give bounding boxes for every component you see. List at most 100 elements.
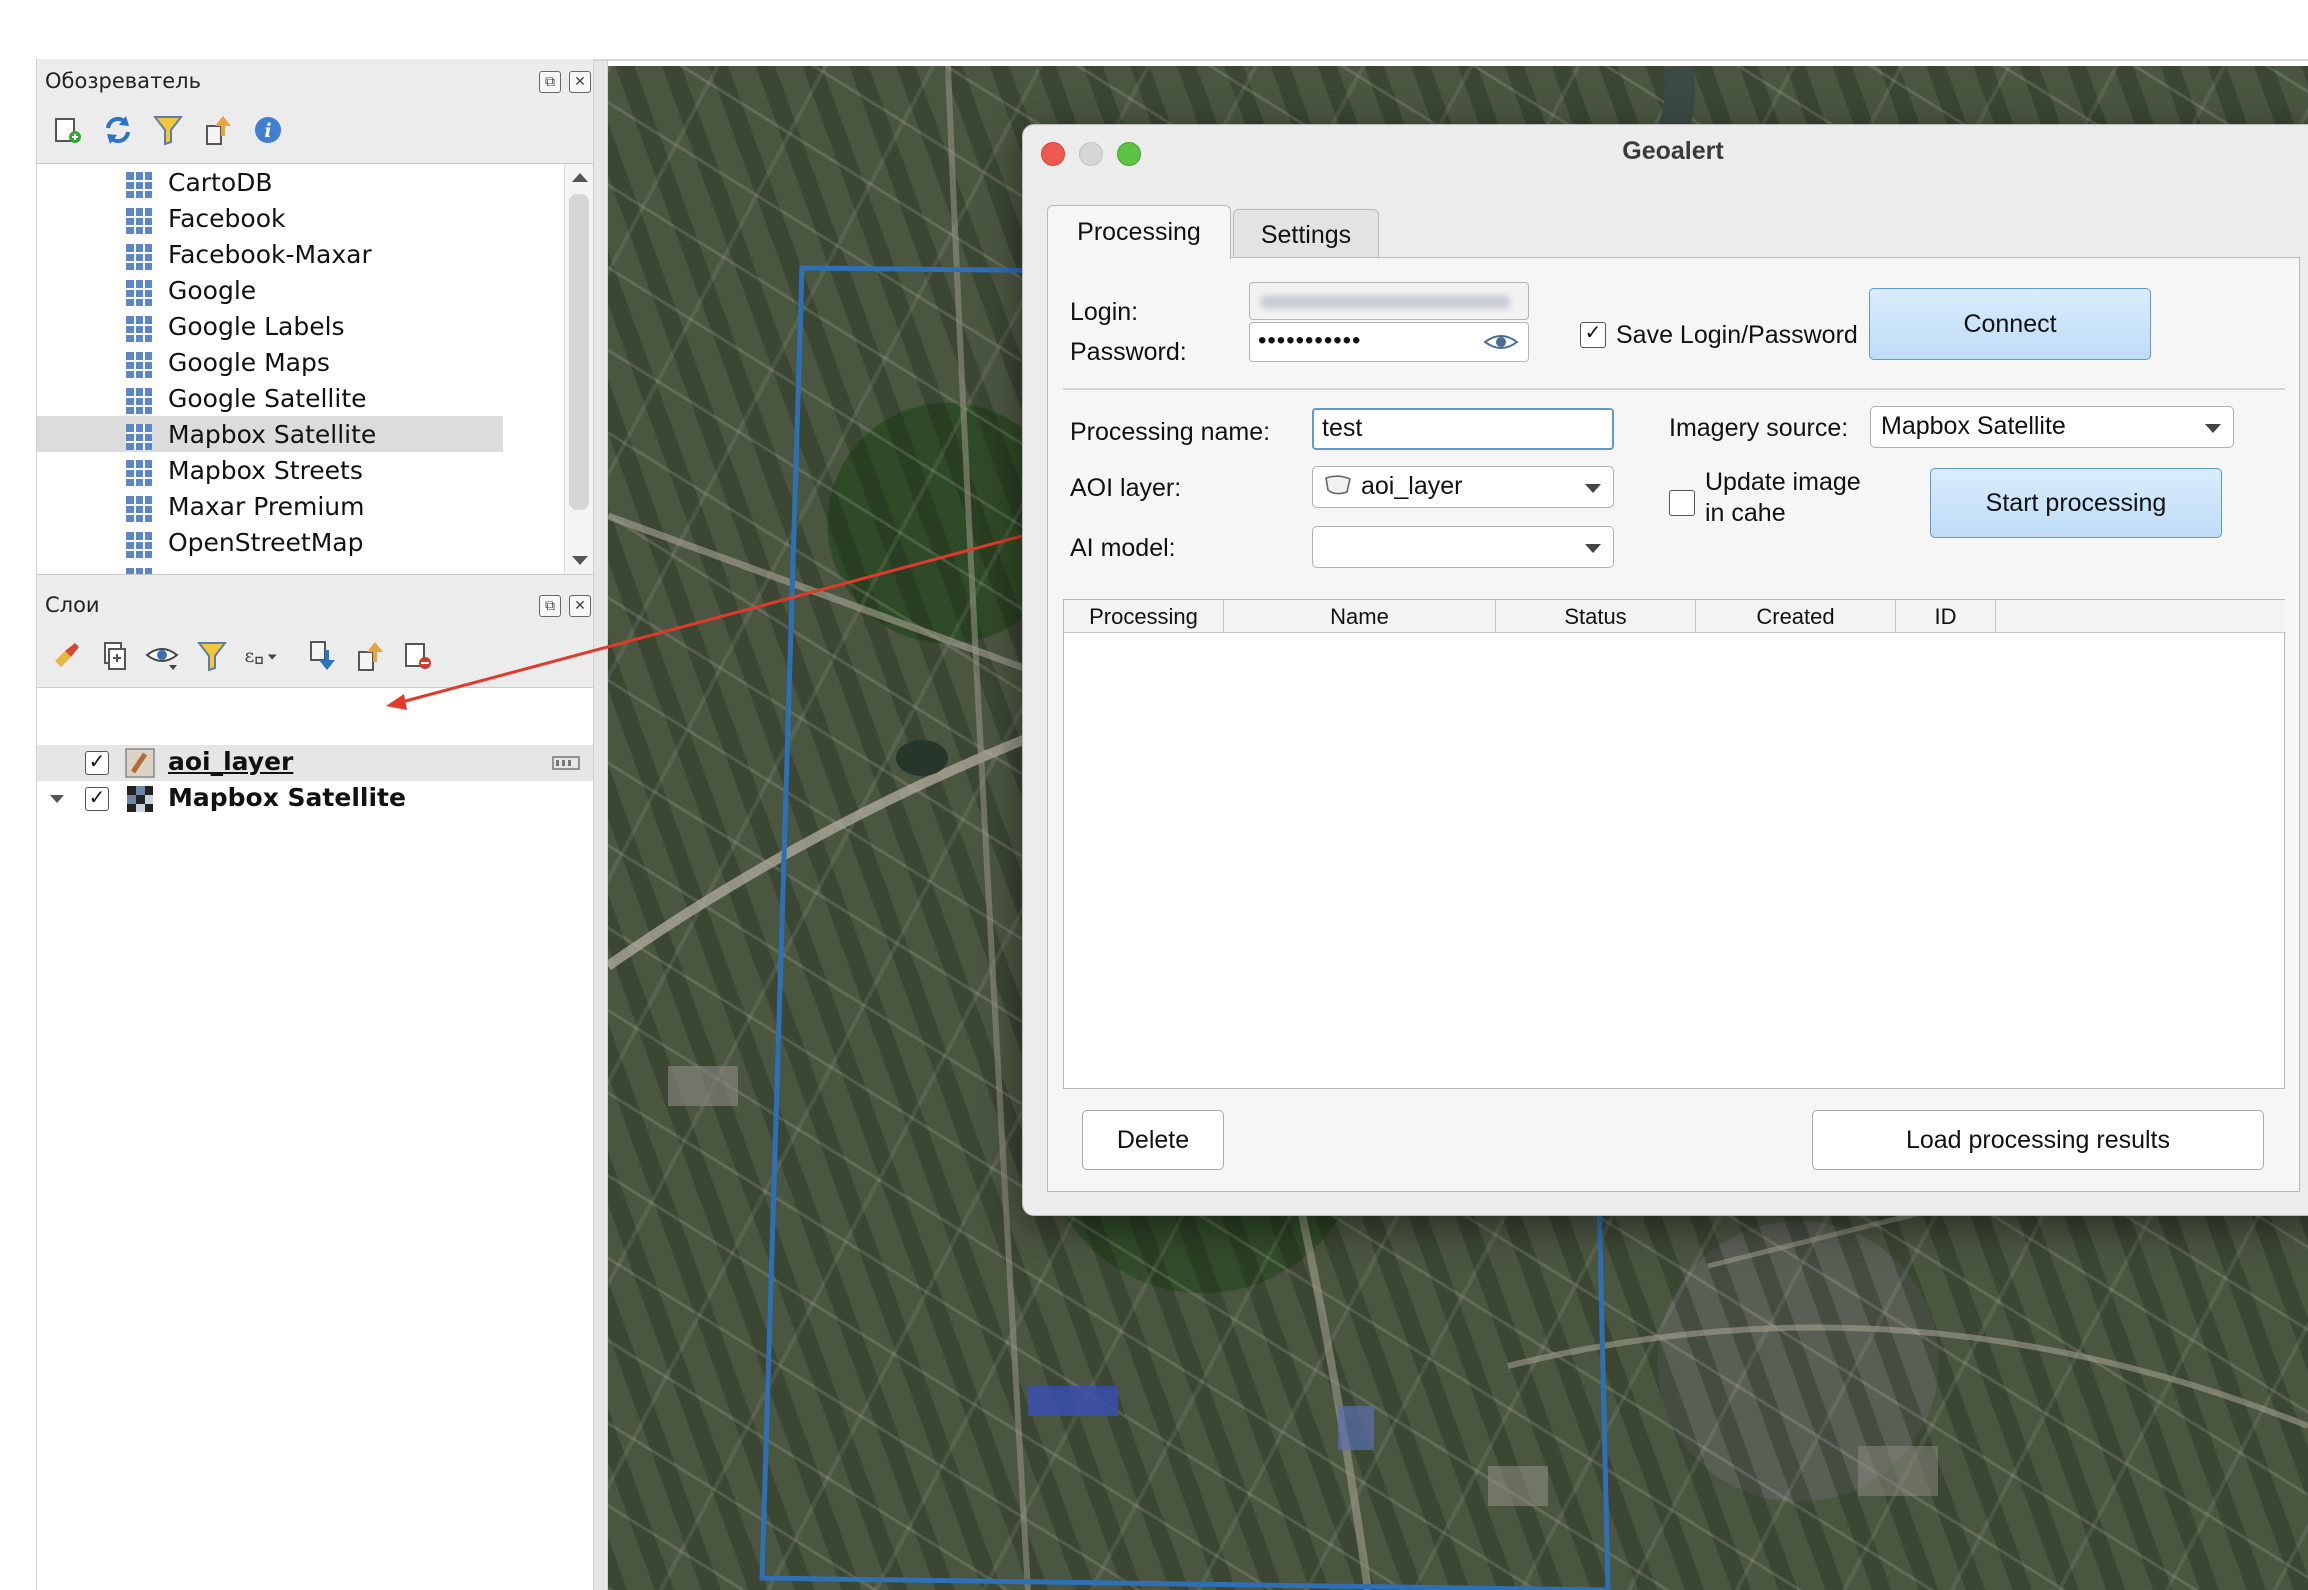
- layer-visibility-checkbox[interactable]: ✓: [85, 751, 109, 775]
- collapse-all-icon[interactable]: [199, 111, 237, 149]
- xyz-tile-icon: [126, 280, 152, 306]
- polygon-icon: [1325, 475, 1351, 495]
- layers-panel-title: Слои: [45, 593, 100, 617]
- chevron-down-icon: [1585, 544, 1601, 553]
- processing-tab-panel: Login: Password: ••••••••••• ✓ Save Logi…: [1047, 257, 2300, 1192]
- browser-item-maxar-premium[interactable]: Maxar Premium: [37, 488, 503, 524]
- connect-button[interactable]: Connect: [1869, 288, 2151, 360]
- xyz-tile-icon: [126, 208, 152, 234]
- scroll-thumb[interactable]: [569, 194, 589, 510]
- imagery-source-select[interactable]: Mapbox Satellite: [1870, 406, 2234, 448]
- delete-button[interactable]: Delete: [1082, 1110, 1224, 1170]
- browser-item-label: Maxar Premium: [168, 491, 365, 521]
- browser-item-openstreetmap[interactable]: OpenStreetMap: [37, 524, 503, 560]
- scroll-up-icon[interactable]: [565, 166, 594, 190]
- imagery-source-label: Imagery source:: [1669, 414, 1849, 442]
- add-group-icon[interactable]: [95, 637, 133, 675]
- style-layer-icon[interactable]: [47, 637, 85, 675]
- layer-visibility-checkbox[interactable]: ✓: [85, 787, 109, 811]
- visibility-eye-icon[interactable]: [143, 637, 181, 675]
- browser-item-label: Mapbox Streets: [168, 455, 363, 485]
- tab-settings[interactable]: Settings: [1233, 209, 1379, 261]
- expression-filter-icon[interactable]: ε: [243, 637, 281, 675]
- dock-splitter[interactable]: [593, 61, 608, 1590]
- browser-item-mapbox-satellite[interactable]: Mapbox Satellite: [37, 416, 503, 452]
- float-panel-icon[interactable]: ⧉: [539, 71, 561, 93]
- expand-chevron-icon[interactable]: [47, 789, 67, 809]
- browser-item-cartodb[interactable]: CartoDB: [37, 164, 503, 200]
- save-login-checkbox[interactable]: ✓: [1580, 322, 1606, 348]
- browser-item-google[interactable]: Google: [37, 272, 503, 308]
- xyz-tile-icon: [126, 532, 152, 558]
- column-header-name[interactable]: Name: [1224, 600, 1496, 633]
- ai-model-select[interactable]: [1312, 526, 1614, 568]
- browser-item-mapbox-streets[interactable]: Mapbox Streets: [37, 452, 503, 488]
- info-icon[interactable]: i: [249, 111, 287, 149]
- load-processing-results-button[interactable]: Load processing results: [1812, 1110, 2264, 1170]
- column-header-created[interactable]: Created: [1696, 600, 1896, 633]
- refresh-icon[interactable]: [99, 111, 137, 149]
- aoi-layer-value: aoi_layer: [1361, 472, 1463, 500]
- browser-item-label: Google Satellite: [168, 383, 367, 413]
- column-header-status[interactable]: Status: [1496, 600, 1696, 633]
- left-dock: Обозреватель ⧉ ✕ i CartoDB Facebook Face…: [36, 59, 594, 1590]
- float-panel-icon[interactable]: ⧉: [539, 595, 561, 617]
- ai-model-label: AI model:: [1070, 534, 1176, 562]
- browser-item-label: CartoDB: [168, 167, 273, 197]
- browser-item-facebook-maxar[interactable]: Facebook-Maxar: [37, 236, 503, 272]
- browser-item-partial[interactable]: [37, 560, 503, 574]
- browser-item-google-satellite[interactable]: Google Satellite: [37, 380, 503, 416]
- section-divider: [1063, 388, 2285, 390]
- browser-item-label: Mapbox Satellite: [168, 419, 377, 449]
- expand-all-icon[interactable]: [303, 637, 341, 675]
- dialog-title: Geoalert: [1622, 137, 1724, 165]
- update-image-label-line2: in cahe: [1705, 499, 1786, 527]
- chevron-down-icon: [1585, 484, 1601, 493]
- update-image-checkbox[interactable]: [1669, 490, 1695, 516]
- svg-text:ε: ε: [244, 645, 254, 667]
- browser-item-google-labels[interactable]: Google Labels: [37, 308, 503, 344]
- browser-item-label: Facebook: [168, 203, 286, 233]
- filter-legend-icon[interactable]: [193, 637, 231, 675]
- browser-item-google-maps[interactable]: Google Maps: [37, 344, 503, 380]
- browser-item-facebook[interactable]: Facebook: [37, 200, 503, 236]
- aoi-layer-select[interactable]: aoi_layer: [1312, 466, 1614, 508]
- tab-processing[interactable]: Processing: [1047, 205, 1231, 259]
- show-password-eye-icon[interactable]: [1483, 330, 1519, 354]
- add-layer-icon[interactable]: [49, 111, 87, 149]
- column-header-processing[interactable]: Processing: [1064, 600, 1224, 633]
- browser-item-label: Google Maps: [168, 347, 330, 377]
- browser-item-label: Google Labels: [168, 311, 345, 341]
- login-label: Login:: [1070, 298, 1139, 326]
- xyz-tile-icon: [126, 496, 152, 522]
- raster-layer-icon: [127, 786, 153, 812]
- layer-row-aoi[interactable]: ✓ aoi_layer: [37, 745, 594, 781]
- imagery-source-value: Mapbox Satellite: [1881, 412, 2066, 440]
- browser-item-label: Facebook-Maxar: [168, 239, 372, 269]
- layers-tree[interactable]: ✓ aoi_layer ✓ Mapbox Satellite: [37, 687, 594, 1590]
- filter-icon[interactable]: [149, 111, 187, 149]
- editing-indicator-icon[interactable]: [551, 752, 581, 774]
- layer-row-mapbox[interactable]: ✓ Mapbox Satellite: [37, 781, 594, 817]
- chevron-down-icon: [2205, 424, 2221, 433]
- close-panel-icon[interactable]: ✕: [569, 595, 591, 617]
- layer-label: aoi_layer: [168, 747, 294, 776]
- login-field[interactable]: [1249, 282, 1529, 320]
- xyz-tile-icon: [126, 568, 152, 574]
- collapse-layers-icon[interactable]: [351, 637, 389, 675]
- browser-tree[interactable]: CartoDB Facebook Facebook-Maxar Google G…: [37, 163, 594, 575]
- blurred-login-value: [1260, 295, 1510, 309]
- processings-table[interactable]: Processing Name Status Created ID: [1063, 599, 2286, 1089]
- xyz-tile-icon: [126, 388, 152, 414]
- close-panel-icon[interactable]: ✕: [569, 71, 591, 93]
- processing-name-input[interactable]: test: [1312, 408, 1614, 450]
- browser-scrollbar[interactable]: [564, 164, 594, 574]
- remove-layer-icon[interactable]: [399, 637, 437, 675]
- column-header-filler: [1996, 600, 2286, 633]
- column-header-id[interactable]: ID: [1896, 600, 1996, 633]
- scroll-down-icon[interactable]: [565, 548, 594, 572]
- start-processing-button[interactable]: Start processing: [1930, 468, 2222, 538]
- xyz-tile-icon: [126, 460, 152, 486]
- browser-item-label: Google: [168, 275, 257, 305]
- processing-name-label: Processing name:: [1070, 418, 1271, 446]
